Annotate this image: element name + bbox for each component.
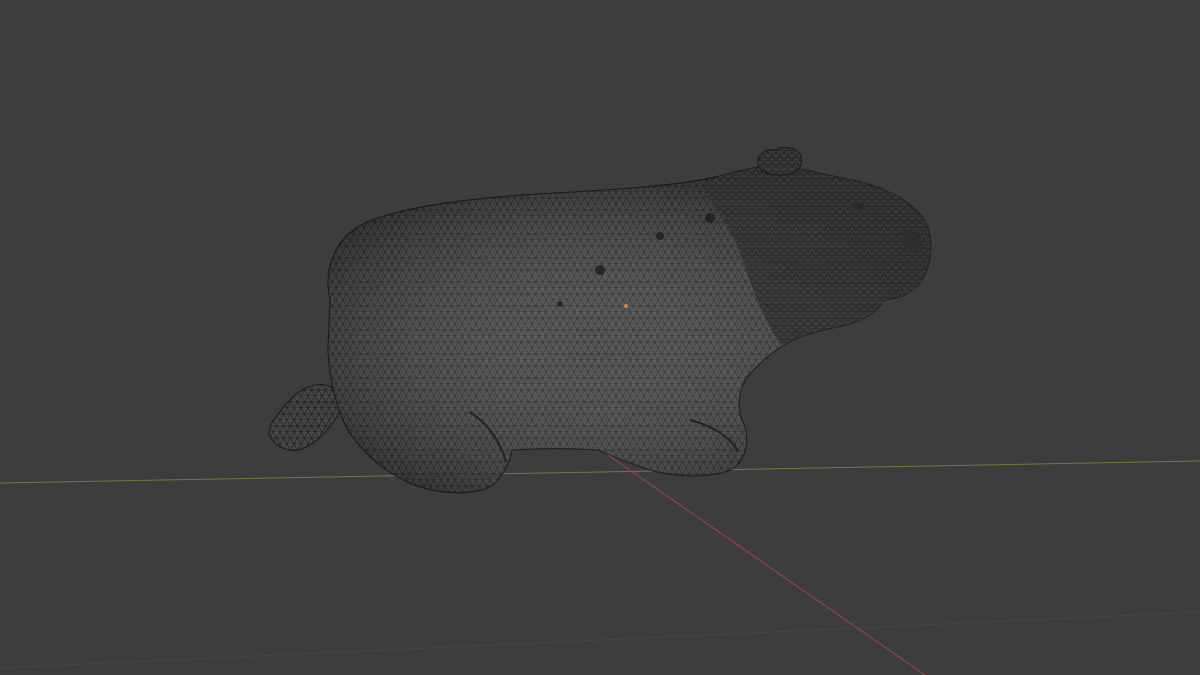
x-axis-line <box>597 447 926 675</box>
object-origin[interactable] <box>624 304 628 308</box>
capybara-mesh[interactable] <box>268 146 932 494</box>
mesh-spot <box>595 265 605 275</box>
mesh-spot <box>656 232 664 240</box>
mesh-spot <box>705 213 715 223</box>
mesh-tail <box>268 384 343 451</box>
mesh-ear <box>757 146 803 176</box>
y-axis-line <box>0 460 1200 484</box>
3d-viewport[interactable] <box>0 0 1200 675</box>
mesh-eye <box>852 202 864 210</box>
mesh-spot <box>557 301 563 307</box>
viewport-canvas <box>0 146 1200 675</box>
grid-line <box>0 611 1200 669</box>
